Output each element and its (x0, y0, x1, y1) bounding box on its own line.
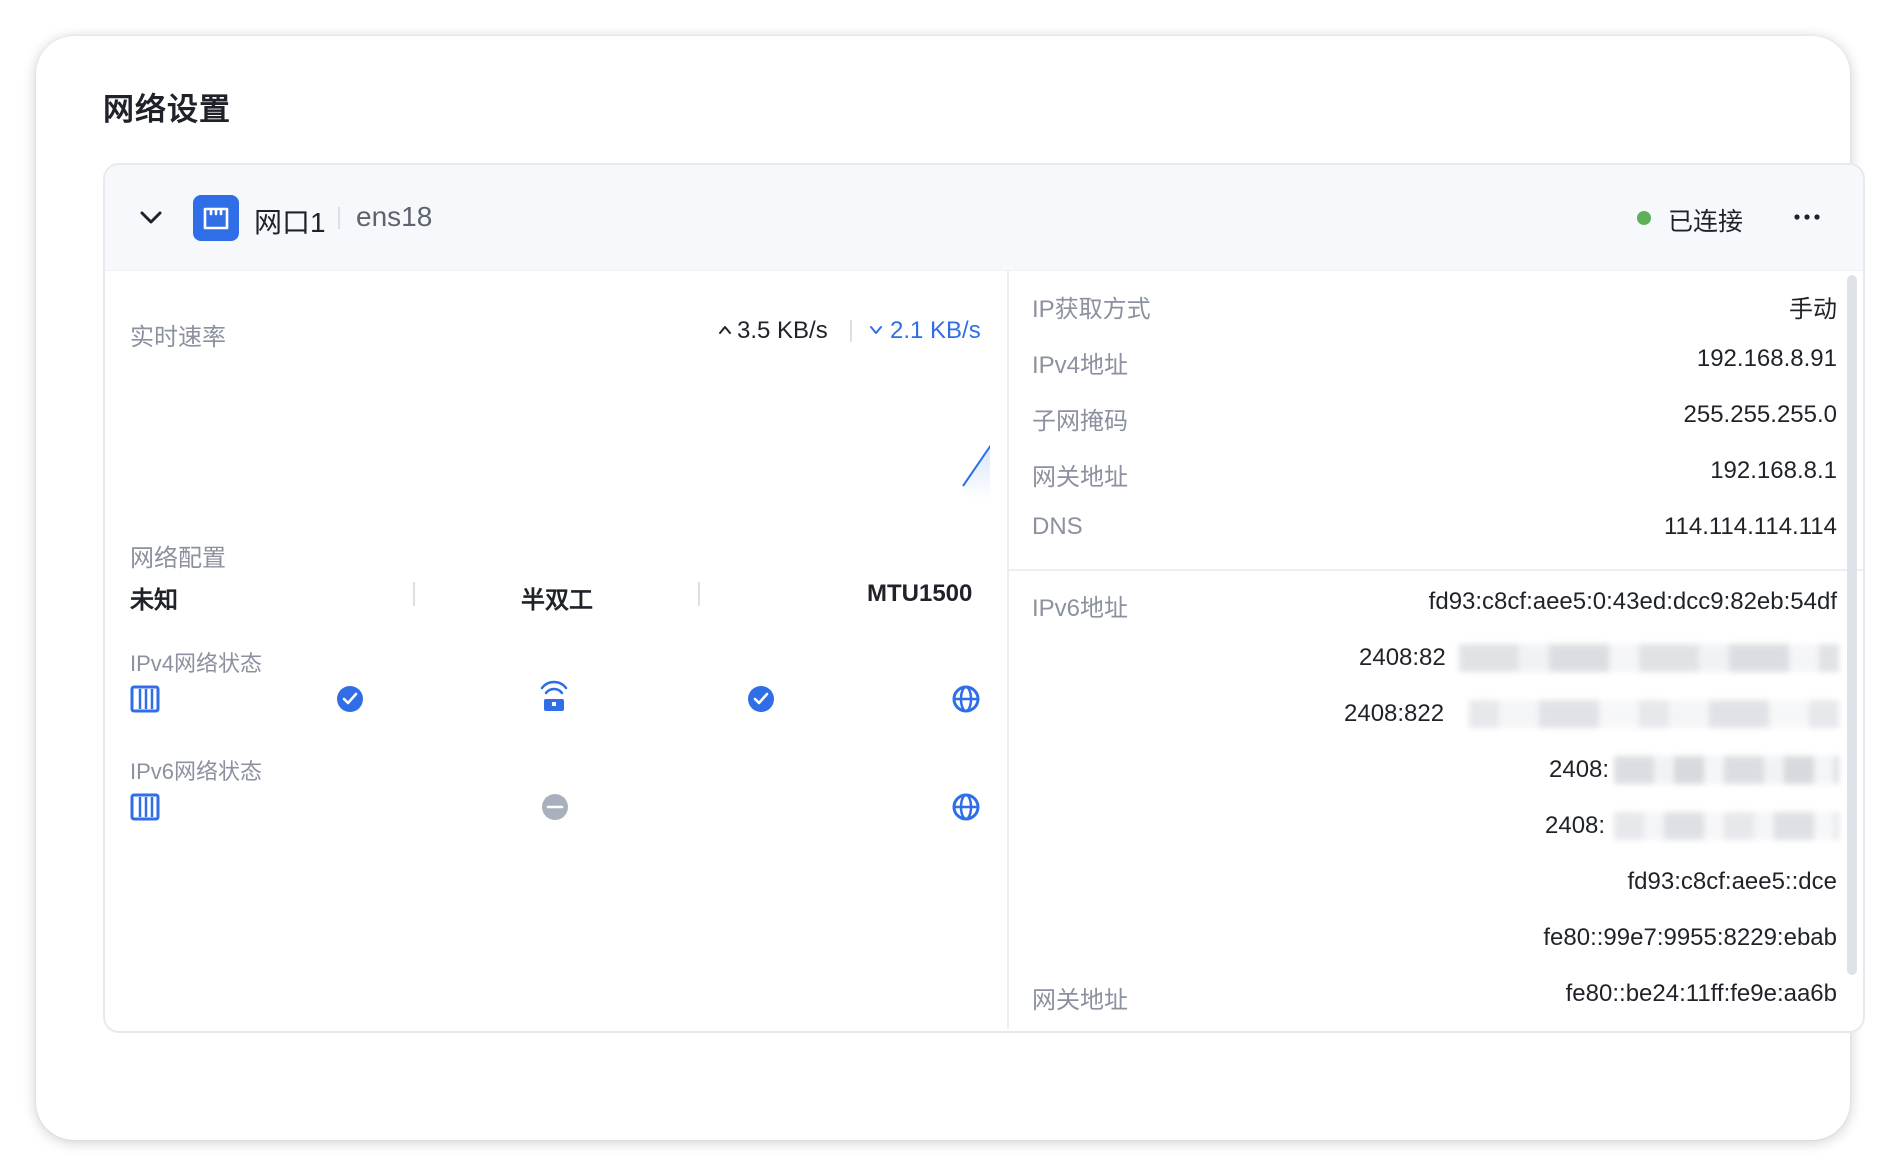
download-arrow-icon (870, 326, 882, 334)
ipv6-address-label: IPv6地址 (1032, 595, 1129, 622)
ipv6-address-value: fe80::99e7:9955:8229:ebab (1543, 924, 1837, 951)
connection-status: 已连接 (1668, 208, 1744, 236)
redacted-block (1614, 812, 1839, 840)
left-pane: 实时速率 3.5 KB/s 2.1 KB/s 网络配置 未知 半双工 MTU15… (105, 270, 1006, 1029)
ip-method-value: 手动 (1789, 296, 1837, 323)
subnet-mask-value: 255.255.255.0 (1683, 401, 1837, 428)
ipv6-address-value: fd93:c8cf:aee5::dce (1627, 868, 1837, 895)
ipv6-status-track (130, 793, 980, 821)
page-title: 网络设置 (103, 92, 231, 127)
divider (413, 582, 415, 606)
config-label: 网络配置 (130, 545, 226, 572)
gateway-label: 网关地址 (1032, 464, 1128, 491)
chevron-down-icon[interactable] (137, 203, 165, 231)
ip-method-label: IP获取方式 (1032, 296, 1151, 323)
gateway-value: 192.168.8.1 (1710, 457, 1837, 484)
redacted-block (1459, 644, 1839, 672)
card-header[interactable]: 网口1 ens18 已连接 (105, 165, 1863, 271)
interface-device: ens18 (356, 201, 433, 232)
interface-name: 网口1 (254, 207, 326, 238)
ipv6-address-value: 2408:82 (1359, 644, 1446, 671)
ipv6-gateway-value: fe80::be24:11ff:fe9e:aa6b (1565, 980, 1837, 1007)
dns-value: 114.114.114.114 (1663, 513, 1837, 540)
nic-icon (130, 685, 160, 713)
router-icon (540, 680, 568, 711)
network-interface-card: 网口1 ens18 已连接 实时速率 3.5 KB/s 2.1 KB/s 网络配… (103, 163, 1865, 1033)
check-circle-icon (337, 686, 363, 712)
ipv6-status-label: IPv6网络状态 (130, 759, 263, 784)
status-dot (1637, 211, 1651, 225)
divider (338, 207, 340, 229)
ipv4-address-value: 192.168.8.91 (1696, 345, 1837, 372)
redacted-block (1469, 700, 1839, 728)
upload-arrow-icon (719, 326, 731, 334)
minus-circle-icon (542, 794, 568, 820)
redacted-block (1614, 756, 1839, 784)
subnet-mask-label: 子网掩码 (1032, 408, 1128, 435)
ipv4-status-label: IPv4网络状态 (130, 651, 263, 676)
details-scrollbar[interactable] (1847, 275, 1857, 975)
nic-icon (130, 793, 160, 821)
dns-label: DNS (1032, 513, 1083, 540)
ethernet-port-icon (193, 195, 239, 241)
globe-icon (952, 685, 980, 713)
more-horizontal-icon[interactable] (1790, 205, 1824, 229)
link-speed-value: 未知 (130, 587, 178, 614)
globe-icon (952, 793, 980, 821)
settings-window: 网络设置 网口1 ens18 已连接 实时速率 3.5 KB/s 2.1 KB/… (36, 36, 1865, 1140)
details-pane: IP获取方式 手动 IPv4地址 192.168.8.91 子网掩码 255.2… (1007, 270, 1863, 1029)
speed-chart (962, 444, 990, 500)
speed-label: 实时速率 (130, 324, 226, 351)
duplex-value: 半双工 (521, 587, 593, 614)
divider (850, 320, 852, 342)
section-divider (1009, 569, 1863, 571)
ipv6-address-value: fd93:c8cf:aee5:0:43ed:dcc9:82eb:54df (1428, 588, 1837, 615)
ipv4-status-track (130, 680, 980, 713)
ipv6-address-value: 2408:822 (1344, 700, 1445, 727)
ipv6-address-value: 2408: (1549, 756, 1610, 783)
divider (698, 582, 700, 606)
mtu-value: MTU1500 (867, 580, 973, 607)
ipv6-gateway-label: 网关地址 (1032, 987, 1128, 1014)
ipv4-address-label: IPv4地址 (1032, 352, 1129, 379)
download-speed: 2.1 KB/s (890, 317, 981, 344)
ipv6-address-value: 2408: (1545, 812, 1606, 839)
upload-speed: 3.5 KB/s (737, 317, 828, 344)
check-circle-icon (748, 686, 774, 712)
